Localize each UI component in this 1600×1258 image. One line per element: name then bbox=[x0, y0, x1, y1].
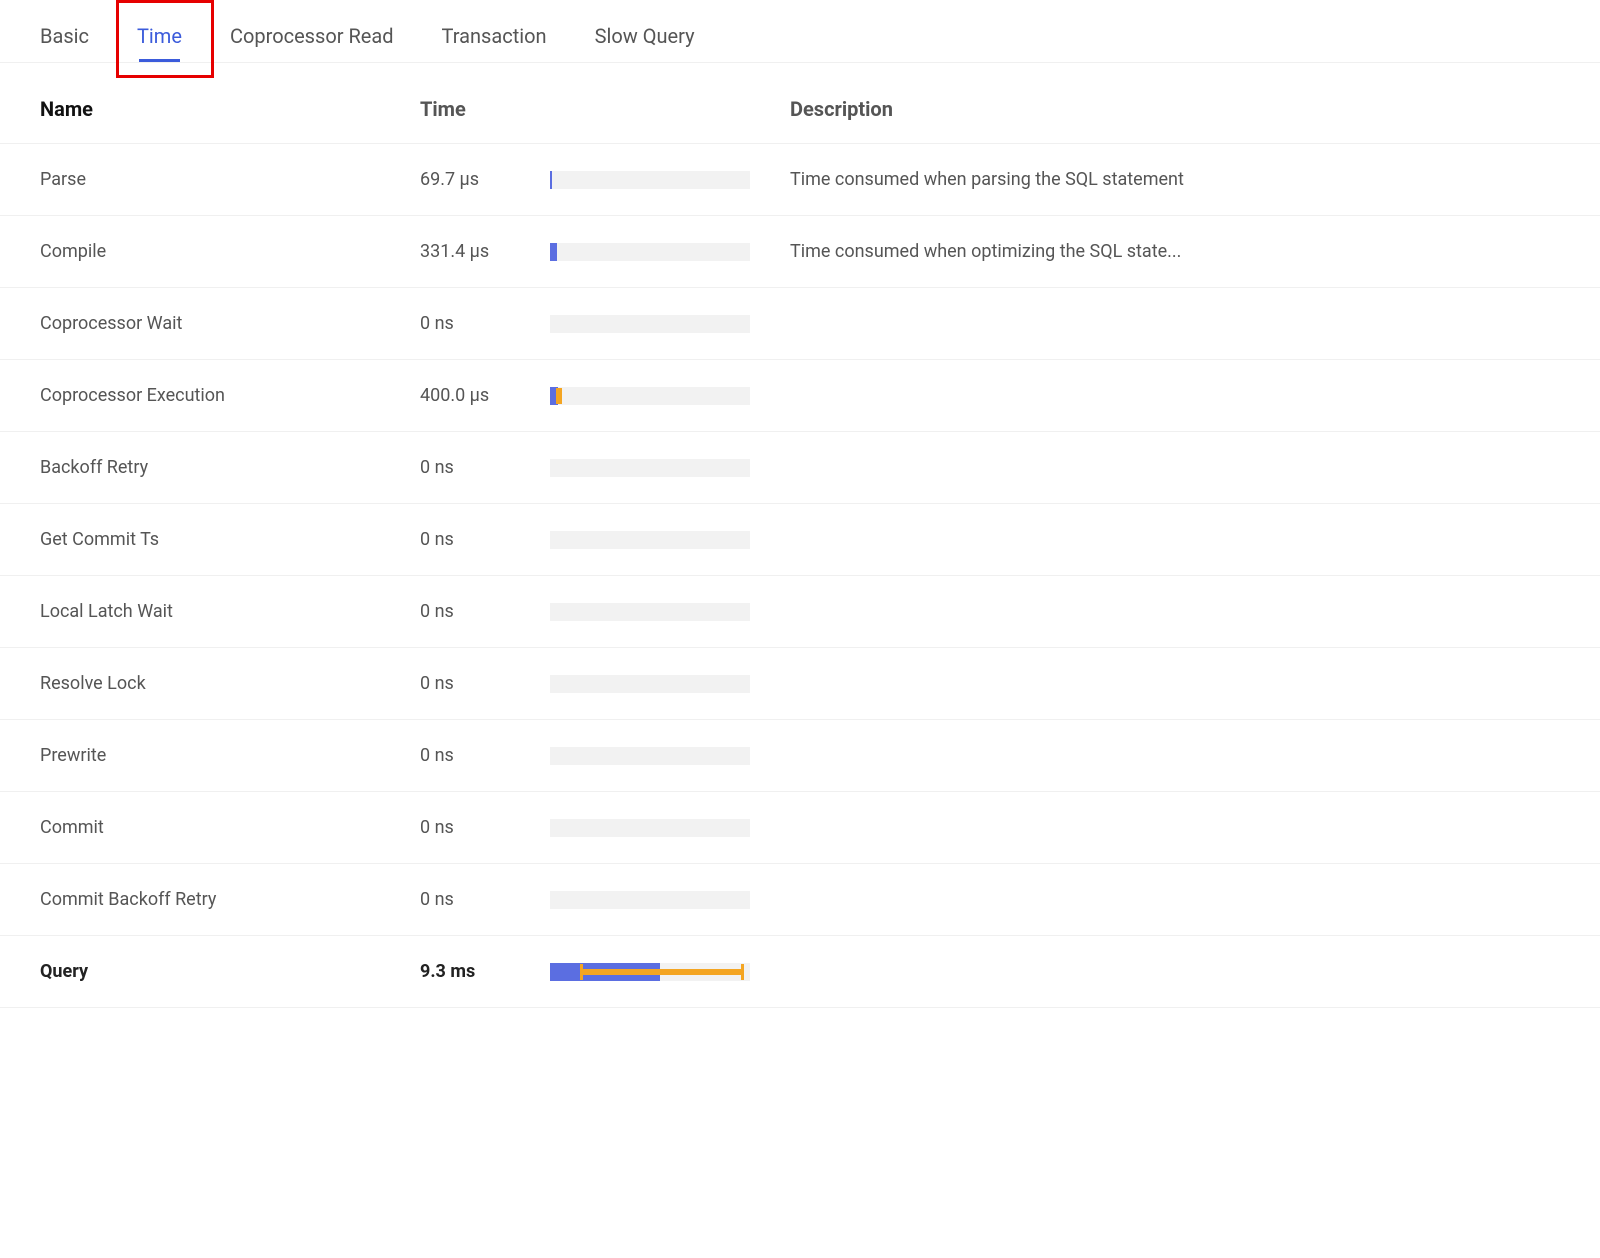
bar-track bbox=[550, 819, 750, 837]
bar-track bbox=[550, 171, 750, 189]
row-name: Coprocessor Wait bbox=[40, 313, 420, 334]
time-table: Name Time Description Parse69.7 μs Time c… bbox=[0, 63, 1600, 1008]
row-description: Time consumed when parsing the SQL state… bbox=[790, 169, 1560, 190]
row-bar-cell bbox=[550, 171, 790, 189]
tab-slow-query[interactable]: Slow Query bbox=[595, 10, 695, 62]
column-header-name[interactable]: Name bbox=[40, 97, 420, 121]
row-bar-cell bbox=[550, 315, 790, 333]
row-bar-cell bbox=[550, 675, 790, 693]
table-row[interactable]: Backoff Retry0 ns bbox=[0, 432, 1600, 504]
table-row[interactable]: Compile331.4 μs Time consumed when optimi… bbox=[0, 216, 1600, 288]
row-time-value: 0 ns bbox=[420, 313, 550, 334]
table-row[interactable]: Prewrite0 ns bbox=[0, 720, 1600, 792]
row-time-value: 0 ns bbox=[420, 601, 550, 622]
row-name: Query bbox=[40, 961, 420, 982]
bar-track bbox=[550, 243, 750, 261]
table-row[interactable]: Local Latch Wait0 ns bbox=[0, 576, 1600, 648]
bar-track bbox=[550, 603, 750, 621]
bar-fill bbox=[550, 171, 552, 189]
bar-fill bbox=[550, 243, 557, 261]
bar-track bbox=[550, 675, 750, 693]
bar-error-range bbox=[580, 969, 744, 975]
row-bar-cell bbox=[550, 387, 790, 405]
column-header-time[interactable]: Time bbox=[420, 97, 550, 121]
row-name: Resolve Lock bbox=[40, 673, 420, 694]
row-bar-cell bbox=[550, 603, 790, 621]
bar-track bbox=[550, 747, 750, 765]
row-bar-cell bbox=[550, 531, 790, 549]
row-name: Local Latch Wait bbox=[40, 601, 420, 622]
tab-time[interactable]: Time bbox=[137, 10, 182, 62]
table-row[interactable]: Coprocessor Wait0 ns bbox=[0, 288, 1600, 360]
table-row[interactable]: Parse69.7 μs Time consumed when parsing t… bbox=[0, 144, 1600, 216]
table-row[interactable]: Query9.3 ms bbox=[0, 936, 1600, 1008]
table-header: Name Time Description bbox=[0, 63, 1600, 144]
tabs-bar: Basic Time Coprocessor Read Transaction … bbox=[0, 0, 1600, 63]
row-name: Compile bbox=[40, 241, 420, 262]
row-name: Prewrite bbox=[40, 745, 420, 766]
row-description: Time consumed when optimizing the SQL st… bbox=[790, 241, 1560, 262]
bar-track bbox=[550, 315, 750, 333]
bar-track bbox=[550, 387, 750, 405]
row-time-value: 400.0 μs bbox=[420, 385, 550, 406]
row-name: Parse bbox=[40, 169, 420, 190]
page-container: Basic Time Coprocessor Read Transaction … bbox=[0, 0, 1600, 1008]
row-time-value: 0 ns bbox=[420, 457, 550, 478]
table-row[interactable]: Resolve Lock0 ns bbox=[0, 648, 1600, 720]
bar-track bbox=[550, 531, 750, 549]
tab-transaction[interactable]: Transaction bbox=[442, 10, 547, 62]
row-name: Get Commit Ts bbox=[40, 529, 420, 550]
row-time-value: 0 ns bbox=[420, 817, 550, 838]
row-time-value: 0 ns bbox=[420, 745, 550, 766]
row-name: Coprocessor Execution bbox=[40, 385, 420, 406]
tab-coprocessor-read[interactable]: Coprocessor Read bbox=[230, 10, 394, 62]
bar-track bbox=[550, 459, 750, 477]
row-name: Commit bbox=[40, 817, 420, 838]
row-bar-cell bbox=[550, 747, 790, 765]
table-row[interactable]: Commit0 ns bbox=[0, 792, 1600, 864]
row-name: Backoff Retry bbox=[40, 457, 420, 478]
row-bar-cell bbox=[550, 459, 790, 477]
row-bar-cell bbox=[550, 819, 790, 837]
row-time-value: 69.7 μs bbox=[420, 169, 550, 190]
table-row[interactable]: Coprocessor Execution400.0 μs bbox=[0, 360, 1600, 432]
row-bar-cell bbox=[550, 243, 790, 261]
bar-error-range bbox=[556, 393, 562, 399]
table-row[interactable]: Commit Backoff Retry0 ns bbox=[0, 864, 1600, 936]
table-row[interactable]: Get Commit Ts0 ns bbox=[0, 504, 1600, 576]
row-bar-cell bbox=[550, 963, 790, 981]
row-time-value: 331.4 μs bbox=[420, 241, 550, 262]
row-time-value: 0 ns bbox=[420, 673, 550, 694]
row-name: Commit Backoff Retry bbox=[40, 889, 420, 910]
row-time-value: 9.3 ms bbox=[420, 961, 550, 982]
tab-basic[interactable]: Basic bbox=[40, 10, 89, 62]
row-time-value: 0 ns bbox=[420, 889, 550, 910]
bar-track bbox=[550, 891, 750, 909]
bar-track bbox=[550, 963, 750, 981]
column-header-description[interactable]: Description bbox=[790, 97, 1560, 121]
row-bar-cell bbox=[550, 891, 790, 909]
row-time-value: 0 ns bbox=[420, 529, 550, 550]
